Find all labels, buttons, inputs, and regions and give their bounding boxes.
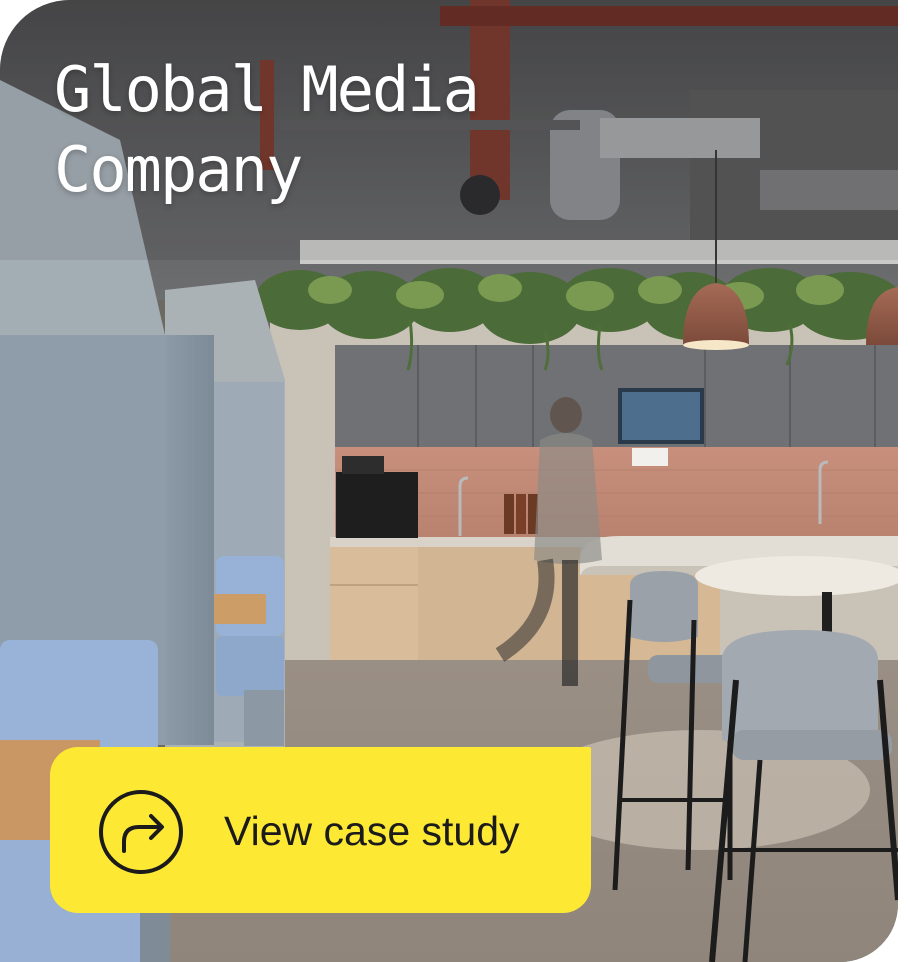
case-study-card[interactable]: Global Media Company View case study (0, 0, 898, 962)
view-case-study-button[interactable]: View case study (50, 747, 591, 913)
card-title-line1: Global Media (54, 53, 480, 126)
card-title-line2: Company (54, 133, 303, 206)
arrow-turn-icon (98, 789, 184, 875)
view-case-study-label: View case study (224, 808, 520, 854)
card-title: Global Media Company (54, 50, 614, 210)
